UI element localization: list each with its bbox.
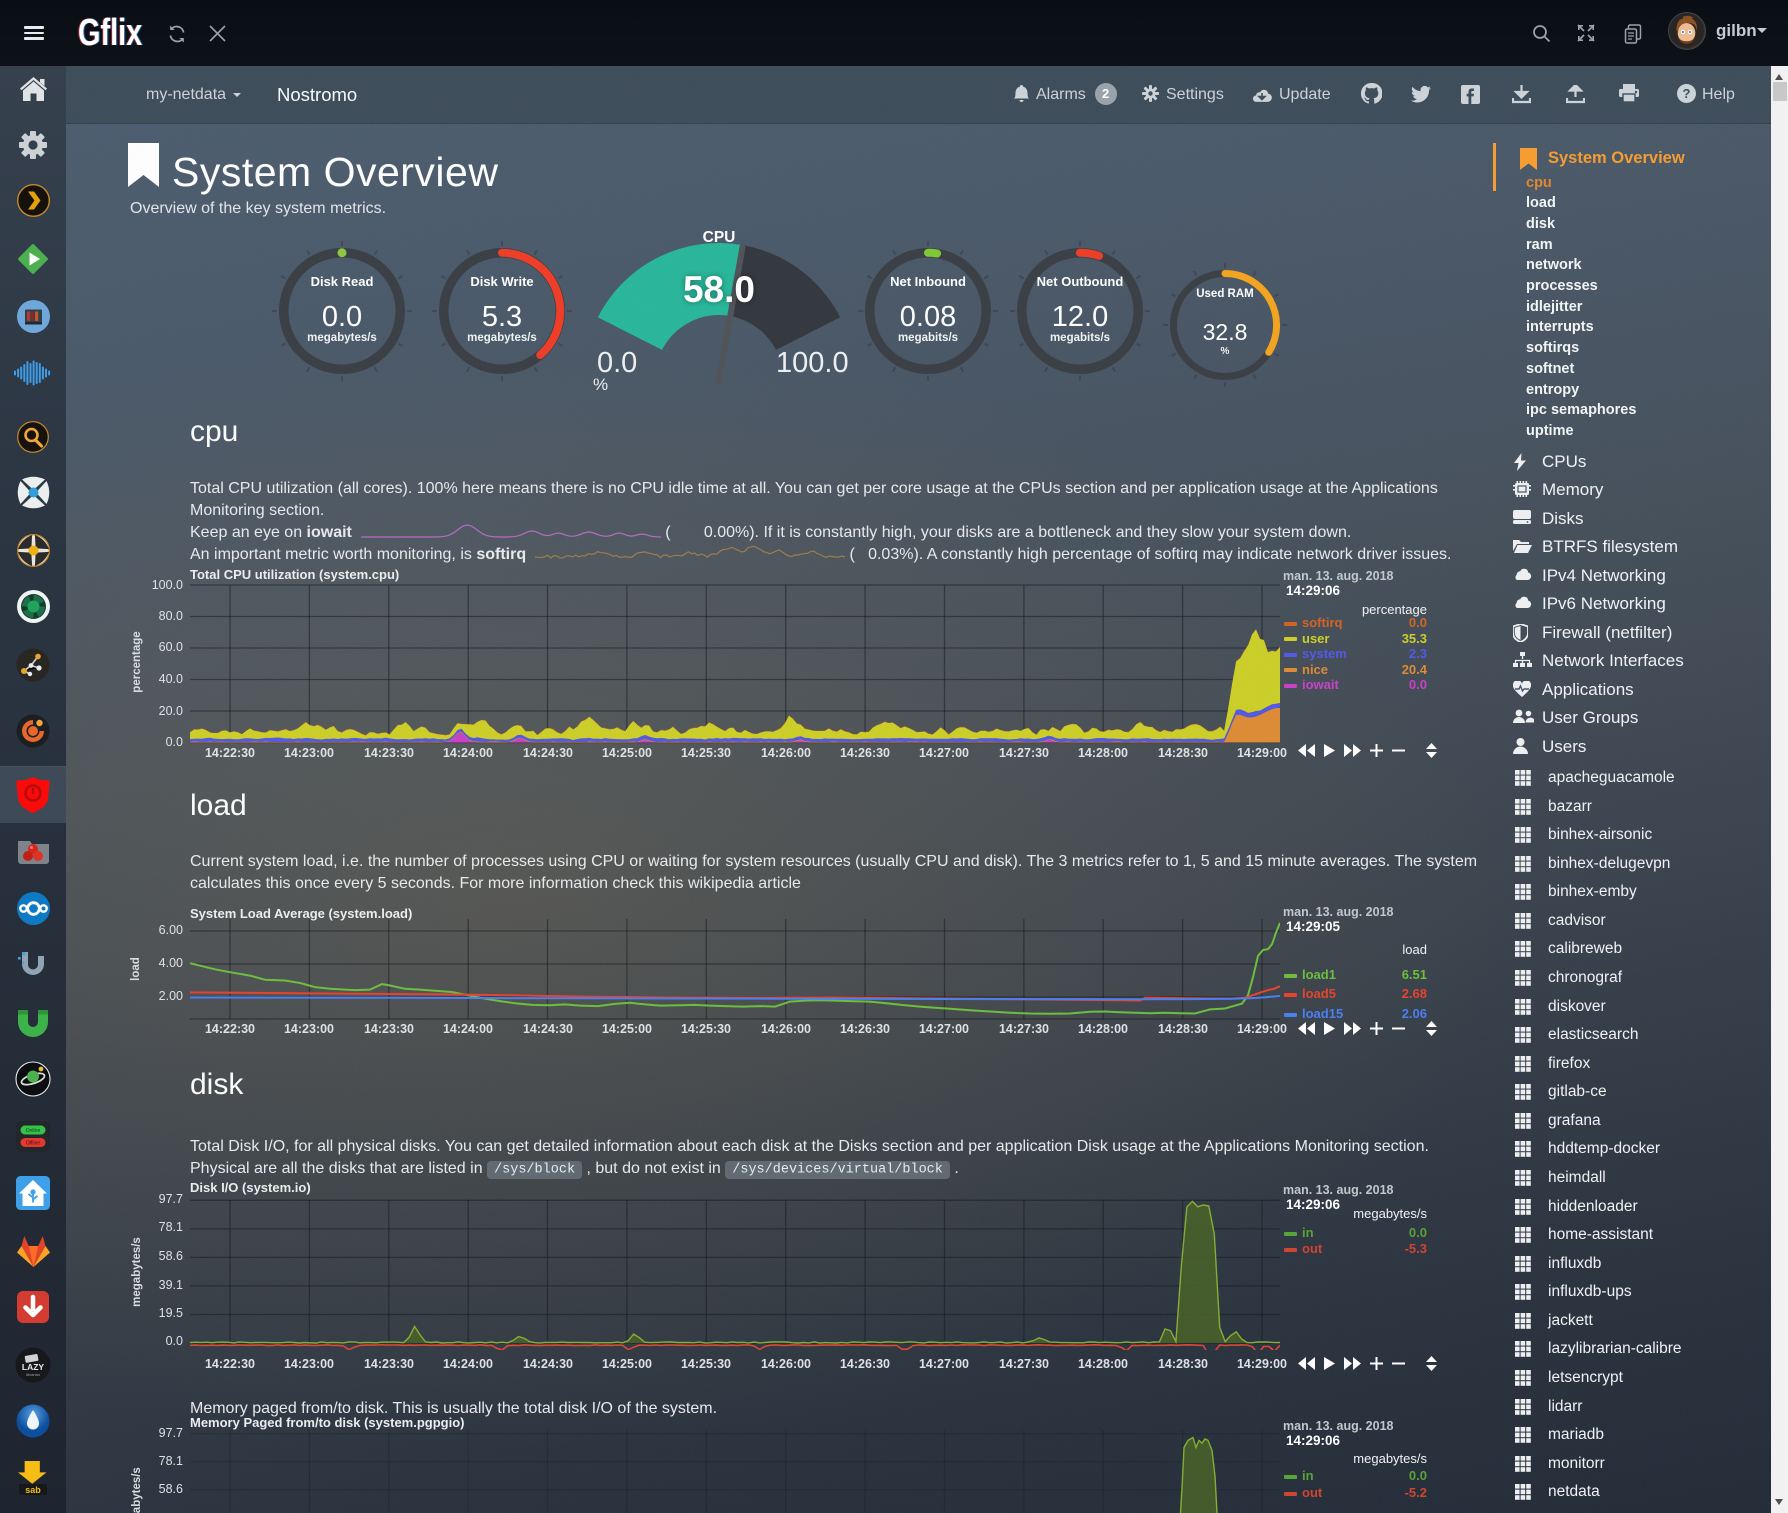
svg-text:Offline: Offline [26, 1141, 41, 1147]
svg-text:LAZY: LAZY [22, 1362, 45, 1372]
svg-text:librarian: librarian [26, 1372, 40, 1377]
svg-text:sab: sab [25, 1485, 41, 1495]
svg-text:?: ? [1683, 86, 1691, 101]
svg-text:Online: Online [26, 1128, 41, 1134]
